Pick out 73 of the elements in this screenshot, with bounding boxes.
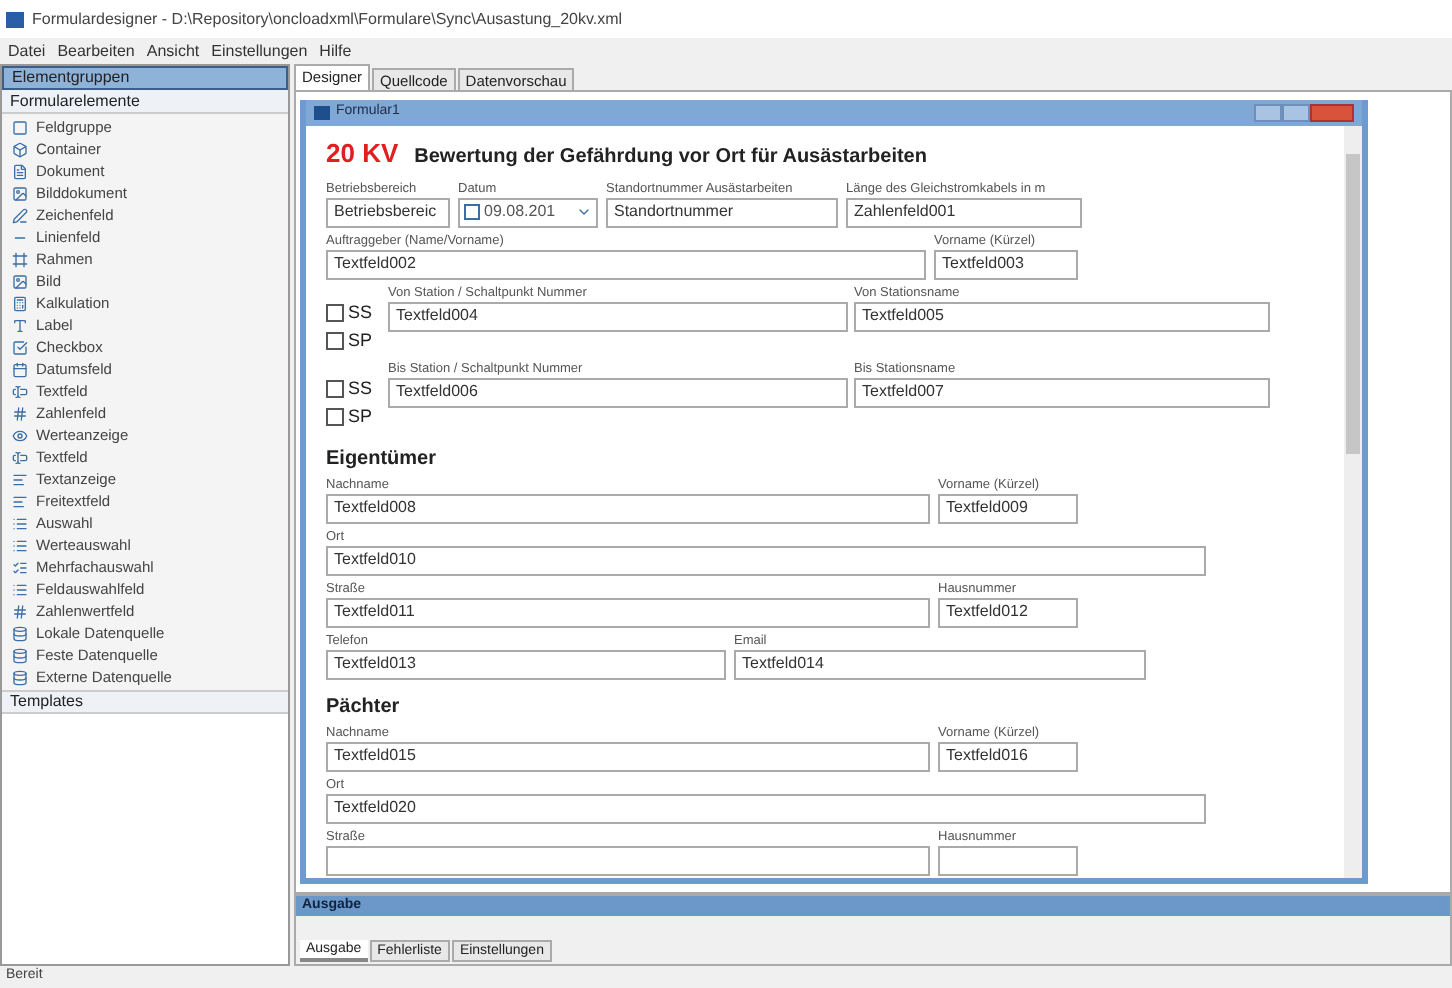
element-icon [12, 405, 28, 421]
element-icon [12, 647, 28, 663]
voltage-label: 20 KV [326, 136, 399, 172]
element-icon [12, 317, 28, 333]
text-field[interactable]: Betriebsbereic [326, 197, 450, 227]
checkbox[interactable] [326, 332, 344, 351]
date-field[interactable]: 09.08.201 [458, 197, 598, 227]
checkbox[interactable] [326, 408, 344, 427]
element-icon [12, 163, 28, 179]
checkbox-label: SP [348, 404, 373, 430]
text-field[interactable]: Textfeld009 [938, 493, 1078, 523]
text-field[interactable]: Textfeld005 [854, 301, 1270, 331]
menu-item[interactable]: Ansicht [146, 39, 200, 63]
element-icon [12, 493, 28, 509]
element-icon [12, 449, 28, 465]
element-icon [12, 273, 28, 289]
checkbox-label: SS [348, 375, 373, 401]
text-field[interactable] [326, 845, 930, 875]
checkbox[interactable] [326, 303, 344, 322]
text-field[interactable]: Textfeld012 [938, 597, 1078, 627]
checkbox-label: SP [348, 328, 373, 354]
element-icon [12, 537, 28, 553]
element-icon [12, 207, 28, 223]
element-icon [12, 515, 28, 531]
window-title: Formulardesigner - D:\Repository\oncloadxml\Formulare\Sync\Ausastung_20kv.xml [32, 7, 623, 31]
element-icon [12, 581, 28, 597]
checkbox[interactable] [464, 204, 480, 220]
app-icon [6, 11, 24, 27]
form-title: Bewertung der Gefährdung vor Ort für Ausästarbeiten [414, 144, 927, 172]
text-field[interactable]: Textfeld016 [938, 741, 1078, 771]
form-icon [314, 106, 330, 120]
menu-item[interactable]: Datei [8, 39, 46, 63]
element-icon [12, 185, 28, 201]
element-icon [12, 427, 28, 443]
menu-item[interactable]: Hilfe [319, 39, 352, 63]
group-header[interactable]: Elementgruppen [2, 66, 288, 90]
text-field[interactable]: Textfeld010 [326, 545, 1206, 575]
text-field[interactable]: Standortnummer [606, 197, 838, 227]
section-heading: Pächter [326, 695, 402, 719]
menu-item[interactable]: Einstellungen [211, 39, 308, 63]
text-field[interactable]: Zahlenfeld001 [846, 197, 1082, 227]
text-field[interactable] [938, 845, 1078, 875]
text-field[interactable]: Textfeld015 [326, 741, 930, 771]
text-field[interactable]: Textfeld006 [388, 377, 848, 407]
checkbox[interactable] [326, 379, 344, 398]
text-field[interactable]: Textfeld007 [854, 377, 1270, 407]
group-header[interactable]: Formularelemente [2, 90, 288, 114]
element-icon [12, 251, 28, 267]
element-icon [12, 625, 28, 641]
element-icon [12, 361, 28, 377]
text-field[interactable]: Textfeld011 [326, 597, 930, 627]
scrollbar[interactable] [1344, 126, 1362, 878]
text-field[interactable]: Textfeld002 [326, 249, 926, 279]
element-icon [12, 471, 28, 487]
element-icon [12, 339, 28, 355]
text-field[interactable]: Textfeld014 [734, 649, 1146, 679]
element-icon [12, 383, 28, 399]
text-field[interactable]: Textfeld004 [388, 301, 848, 331]
element-icon [12, 119, 28, 135]
element-icon [12, 669, 28, 685]
element-icon [12, 295, 28, 311]
menu-item[interactable]: Bearbeiten [57, 39, 135, 63]
text-field[interactable]: Textfeld020 [326, 793, 1206, 823]
group-header[interactable]: Templates [2, 690, 288, 714]
text-field[interactable]: Textfeld013 [326, 649, 726, 679]
element-icon [12, 559, 28, 575]
element-icon [12, 603, 28, 619]
section-heading: Eigentümer [326, 447, 439, 471]
text-field[interactable]: Textfeld008 [326, 493, 930, 523]
element-icon [12, 141, 28, 157]
text-field[interactable]: Textfeld003 [934, 249, 1078, 279]
checkbox-label: SS [348, 299, 373, 325]
dropdown-icon[interactable] [576, 204, 592, 220]
